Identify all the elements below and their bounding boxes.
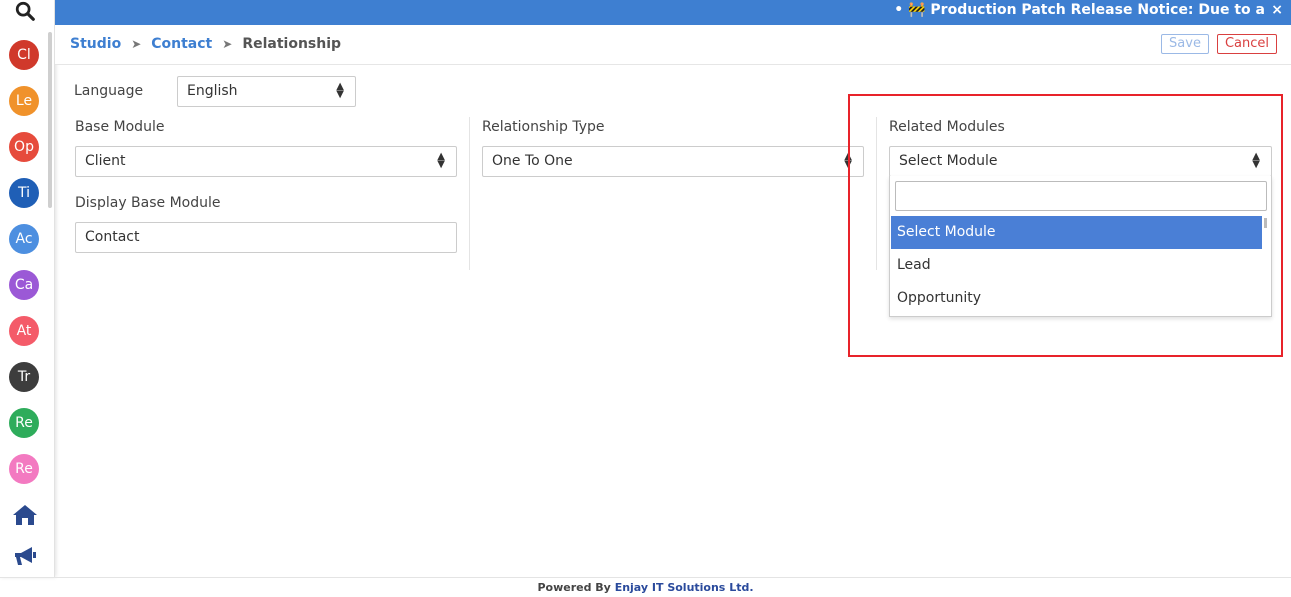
sort-arrows-icon: ▲ ▼ [437,151,445,170]
breadcrumb-contact[interactable]: Contact [151,36,212,52]
base-module-select[interactable]: Client ▲ ▼ [75,146,457,177]
save-button[interactable]: Save [1161,34,1209,54]
sidebar-item-tickets[interactable]: Ti [9,178,39,208]
sidebar-item-leads[interactable]: Le [9,86,39,116]
relationship-type-label: Relationship Type [482,119,605,135]
language-label: Language [74,83,144,99]
column-divider [469,117,470,270]
notice-text[interactable]: • 🚧 Production Patch Release Notice: Due… [894,2,1265,18]
sidebar-item-clients[interactable]: Cl [9,40,39,70]
sidebar-item-attachments[interactable]: At [9,316,39,346]
sidebar-scrollbar[interactable] [48,32,52,208]
home-icon[interactable] [12,503,38,527]
sidebar-item-re-1[interactable]: Re [9,408,39,438]
highlight-box [848,94,1283,357]
display-base-module-input[interactable]: Contact [75,222,457,253]
megaphone-icon[interactable] [12,544,38,568]
sidebar-item-re-2[interactable]: Re [9,454,39,484]
close-icon[interactable]: × [1271,2,1283,18]
breadcrumb-studio[interactable]: Studio [70,36,121,52]
sort-arrows-icon: ▲ ▼ [336,81,344,100]
sidebar-item-tr[interactable]: Tr [9,362,39,392]
language-select[interactable]: English ▲ ▼ [177,76,356,107]
search-icon[interactable] [14,0,36,22]
footer-brand-link[interactable]: Enjay IT Solutions Ltd. [615,581,754,594]
sidebar-item-opportunities[interactable]: Op [9,132,39,162]
breadcrumb-separator-icon: ➤ [222,37,233,51]
footer: Powered By Enjay IT Solutions Ltd. [0,577,1291,597]
cancel-button[interactable]: Cancel [1217,34,1277,54]
relationship-type-select[interactable]: One To One ▲ ▼ [482,146,864,177]
sidebar-item-activities[interactable]: Ac [9,224,39,254]
page-header: Studio ➤ Contact ➤ Relationship Save Can… [55,25,1291,65]
display-base-module-label: Display Base Module [75,195,221,211]
base-module-label: Base Module [75,119,165,135]
breadcrumb-separator-icon: ➤ [131,37,142,51]
footer-prefix: Powered By [537,581,615,594]
sidebar-item-calls[interactable]: Ca [9,270,39,300]
breadcrumb: Studio ➤ Contact ➤ Relationship [70,36,341,52]
notice-bar: • 🚧 Production Patch Release Notice: Due… [55,0,1291,25]
breadcrumb-current: Relationship [242,36,342,52]
sidebar: Cl Le Op Ti Ac Ca At Tr Re Re [0,0,55,577]
